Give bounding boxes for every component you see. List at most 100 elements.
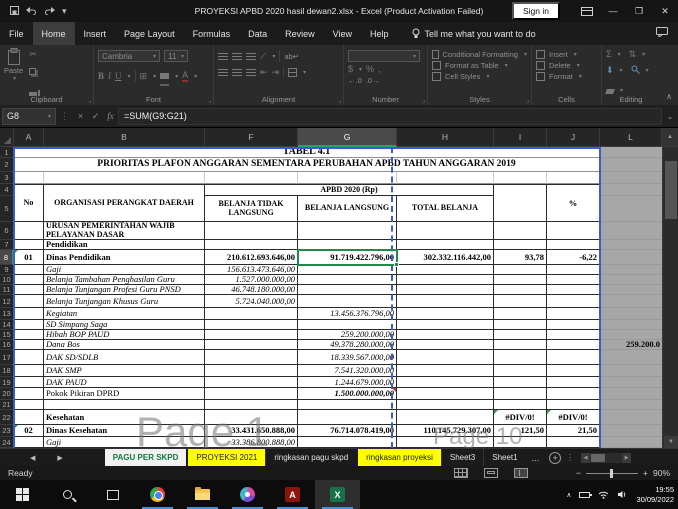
page-layout-view-icon[interactable]	[484, 468, 498, 478]
decrease-indent-icon[interactable]: ⇤	[260, 68, 268, 77]
cell-H23[interactable]: 110.145.729.307,00	[397, 425, 494, 437]
cell-G21[interactable]	[298, 400, 397, 410]
row-header-5[interactable]: 5	[0, 196, 14, 222]
cell-L20[interactable]	[600, 388, 662, 400]
ribbon-display-options-icon[interactable]	[574, 0, 600, 22]
cell-B15[interactable]: Hibah BOP PAUD	[44, 330, 205, 340]
cell-G9[interactable]	[298, 265, 397, 275]
cell-H19[interactable]	[397, 377, 494, 388]
expand-formula-bar-icon[interactable]: ⌄	[662, 112, 678, 121]
tab-insert[interactable]: Insert	[75, 22, 116, 45]
cell-H11[interactable]	[397, 285, 494, 295]
orientation-icon[interactable]: ⟋	[260, 52, 266, 61]
zoom-out-icon[interactable]: −	[576, 468, 581, 478]
copy-icon[interactable]	[29, 62, 40, 80]
tab-formulas[interactable]: Formulas	[184, 22, 240, 45]
row-header-18[interactable]: 18	[0, 365, 14, 377]
row-header-2[interactable]: 2	[0, 158, 14, 172]
cell-B17[interactable]: DAK SD/SDLB	[44, 350, 205, 365]
taskbar-paint[interactable]	[225, 480, 270, 509]
row-header-14[interactable]: 14	[0, 320, 14, 330]
row-header-13[interactable]: 13	[0, 308, 14, 320]
cell-J8[interactable]: -6,22	[547, 250, 600, 265]
cell-F11[interactable]: 46.748.180.000,00	[205, 285, 298, 295]
cell-G17[interactable]: 18.339.567.000,00	[298, 350, 397, 365]
name-box[interactable]: G8▾	[2, 108, 56, 125]
more-sheets-indicator[interactable]: ...	[526, 449, 546, 466]
taskbar-excel[interactable]: X	[315, 480, 360, 509]
tell-me-box[interactable]: Tell me what you want to do	[412, 28, 536, 39]
col-header-H[interactable]: H	[397, 128, 494, 147]
cancel-icon[interactable]: ×	[73, 111, 88, 121]
zoom-level[interactable]: 90%	[653, 468, 670, 478]
scroll-up-icon[interactable]: ▲	[662, 128, 678, 147]
cell-H10[interactable]	[397, 275, 494, 285]
save-icon[interactable]	[10, 6, 19, 17]
tab-file[interactable]: File	[0, 22, 33, 45]
taskbar-chrome[interactable]	[135, 480, 180, 509]
cell-F15[interactable]	[205, 330, 298, 340]
row-header-16[interactable]: 16	[0, 340, 14, 350]
cell-H13[interactable]	[397, 308, 494, 320]
cell-G10[interactable]	[298, 275, 397, 285]
horizontal-scrollbar[interactable]: ◀ ▶	[581, 453, 631, 463]
taskbar-file-explorer[interactable]	[180, 480, 225, 509]
cell-I20[interactable]	[494, 388, 547, 400]
row-header-20[interactable]: 20	[0, 388, 14, 400]
cell-F21[interactable]	[205, 400, 298, 410]
cell-J22[interactable]: #DIV/0!	[547, 410, 600, 425]
cell-A16[interactable]	[14, 340, 44, 350]
cell-J9[interactable]	[547, 265, 600, 275]
paste-button[interactable]: Paste▾	[4, 48, 23, 101]
zoom-in-icon[interactable]: +	[643, 468, 648, 478]
align-top-icon[interactable]	[218, 53, 228, 60]
taskbar-search-button[interactable]	[45, 480, 90, 509]
bold-button[interactable]: B	[98, 72, 104, 81]
cell-L14[interactable]	[600, 320, 662, 330]
cell-B11[interactable]: Belanja Tunjangan Profesi Guru PNSD	[44, 285, 205, 295]
row-header-11[interactable]: 11	[0, 285, 14, 295]
volume-icon[interactable]	[617, 486, 628, 504]
cell-F18[interactable]	[205, 365, 298, 377]
tab-review[interactable]: Review	[276, 22, 324, 45]
tab-page-layout[interactable]: Page Layout	[115, 22, 184, 45]
cell-L11[interactable]	[600, 285, 662, 295]
row-header-9[interactable]: 9	[0, 265, 14, 275]
cell-B18[interactable]: DAK SMP	[44, 365, 205, 377]
cell-A18[interactable]	[14, 365, 44, 377]
font-name-select[interactable]: Cambria▾	[98, 50, 160, 62]
cell-B14[interactable]: SD Simpang Saga	[44, 320, 205, 330]
cell-H14[interactable]	[397, 320, 494, 330]
cell-B7[interactable]: Pendidikan	[44, 240, 205, 250]
cell-A7[interactable]	[14, 240, 44, 250]
comma-style-icon[interactable]: ,	[378, 65, 381, 74]
row-header-21[interactable]: 21	[0, 400, 14, 410]
cell-B6[interactable]: URUSAN PEMERINTAHAN WAJIB PELAYANAN DASA…	[44, 222, 205, 240]
cell-B8[interactable]: Dinas Pendidikan	[44, 250, 205, 265]
cell-H12[interactable]	[397, 295, 494, 308]
maximize-button[interactable]: ❐	[626, 0, 652, 22]
cell-L17[interactable]	[600, 350, 662, 365]
cell-F3[interactable]	[205, 172, 298, 184]
row-header-12[interactable]: 12	[0, 295, 14, 308]
cell-J13[interactable]	[547, 308, 600, 320]
cell-A3[interactable]	[14, 172, 44, 184]
merge-center-icon[interactable]	[288, 68, 297, 77]
autosum-icon[interactable]: Σ	[606, 50, 612, 59]
row-header-1[interactable]: 1	[0, 147, 14, 158]
cell-A10[interactable]	[14, 275, 44, 285]
cell-F13[interactable]	[205, 308, 298, 320]
cell-F20[interactable]	[205, 388, 298, 400]
cell-I15[interactable]	[494, 330, 547, 340]
align-bottom-icon[interactable]	[246, 53, 256, 60]
cell-J3[interactable]	[547, 172, 600, 184]
cell-H17[interactable]	[397, 350, 494, 365]
enter-icon[interactable]: ✓	[88, 111, 103, 122]
cell-J14[interactable]	[547, 320, 600, 330]
cell-L8[interactable]	[600, 250, 662, 265]
cell-B16[interactable]: Dana Bos	[44, 340, 205, 350]
vertical-scrollbar-thumb[interactable]	[665, 161, 677, 219]
col-header-A[interactable]: A	[14, 128, 44, 147]
cell-H15[interactable]	[397, 330, 494, 340]
cell-A17[interactable]	[14, 350, 44, 365]
